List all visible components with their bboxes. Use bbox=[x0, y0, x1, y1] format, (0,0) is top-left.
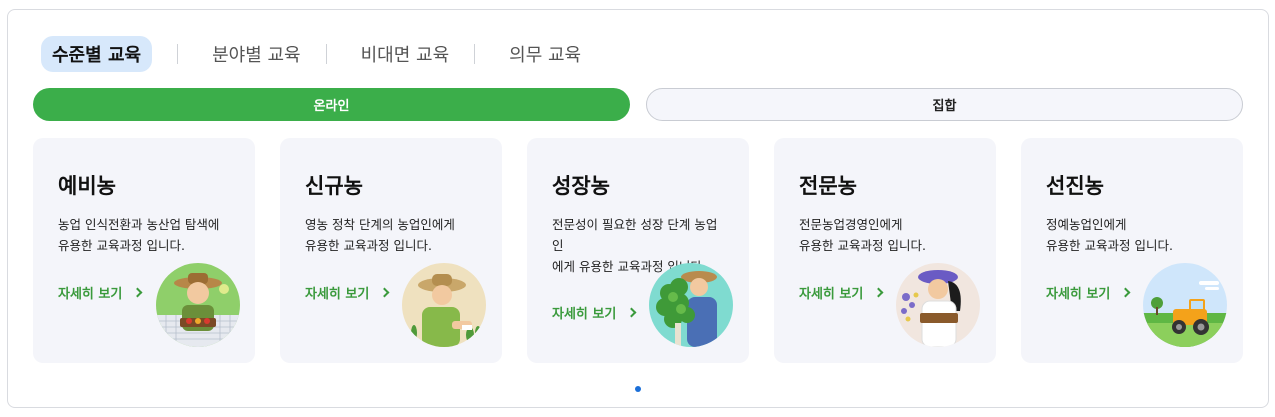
details-link[interactable]: 자세히 보기 bbox=[305, 283, 390, 302]
chevron-right-icon bbox=[626, 307, 637, 318]
tab-level[interactable]: 수준별 교육 bbox=[41, 36, 153, 72]
card-title: 성장농 bbox=[552, 174, 610, 198]
tab-mandatory[interactable]: 의무 교육 bbox=[509, 36, 581, 72]
tab-field[interactable]: 분야별 교육 bbox=[212, 36, 301, 72]
details-link[interactable]: 자세히 보기 bbox=[552, 303, 637, 322]
tab-divider bbox=[177, 44, 179, 64]
card-growing-farmer[interactable]: 성장농 전문성이 필요한 성장 단계 농업 인 에게 유용한 교육과정 입니다.… bbox=[527, 138, 749, 363]
card-title: 신규농 bbox=[305, 174, 363, 198]
card-description: 전문농업경영인에게 유용한 교육과정 입니다. bbox=[799, 217, 926, 253]
farmer-with-vegetables-icon bbox=[649, 263, 733, 347]
details-link[interactable]: 자세히 보기 bbox=[799, 283, 884, 302]
offline-toggle-button[interactable]: 집합 bbox=[646, 88, 1243, 121]
chevron-right-icon bbox=[132, 287, 143, 298]
chevron-right-icon bbox=[1120, 287, 1131, 298]
tab-divider bbox=[474, 44, 476, 64]
card-professional-farmer[interactable]: 전문농 전문농업경영인에게 유용한 교육과정 입니다. 자세히 보기 bbox=[774, 138, 996, 363]
card-description: 정예농업인에게 유용한 교육과정 입니다. bbox=[1046, 217, 1173, 253]
details-link[interactable]: 자세히 보기 bbox=[1046, 283, 1131, 302]
online-toggle-button[interactable]: 온라인 bbox=[33, 88, 630, 121]
tractor-field-icon bbox=[1143, 263, 1227, 347]
card-description: 영농 정착 단계의 농업인에게 유용한 교육과정 입니다. bbox=[305, 217, 455, 253]
card-title: 전문농 bbox=[799, 174, 857, 198]
card-advanced-farmer[interactable]: 선진농 정예농업인에게 유용한 교육과정 입니다. 자세히 보기 bbox=[1021, 138, 1243, 363]
card-new-farmer[interactable]: 신규농 영농 정착 단계의 농업인에게 유용한 교육과정 입니다. 자세히 보기 bbox=[280, 138, 502, 363]
farmer-with-basket-icon bbox=[156, 263, 240, 347]
tab-divider bbox=[325, 44, 327, 64]
farmer-with-flowers-icon bbox=[896, 263, 980, 347]
tab-remote[interactable]: 비대면 교육 bbox=[361, 36, 450, 72]
card-title: 예비농 bbox=[58, 174, 116, 198]
details-link[interactable]: 자세히 보기 bbox=[58, 283, 143, 302]
chevron-right-icon bbox=[379, 287, 390, 298]
chevron-right-icon bbox=[873, 287, 884, 298]
farmer-planting-icon bbox=[402, 263, 486, 347]
carousel-page-indicator[interactable] bbox=[635, 386, 641, 392]
card-preliminary-farmer[interactable]: 예비농 농업 인식전환과 농산업 탐색에 유용한 교육과정 입니다. 자세히 보… bbox=[33, 138, 255, 363]
card-title: 선진농 bbox=[1046, 174, 1104, 198]
education-tabs: 수준별 교육 분야별 교육 비대면 교육 의무 교육 bbox=[33, 36, 581, 72]
card-description: 농업 인식전환과 농산업 탐색에 유용한 교육과정 입니다. bbox=[58, 217, 220, 253]
